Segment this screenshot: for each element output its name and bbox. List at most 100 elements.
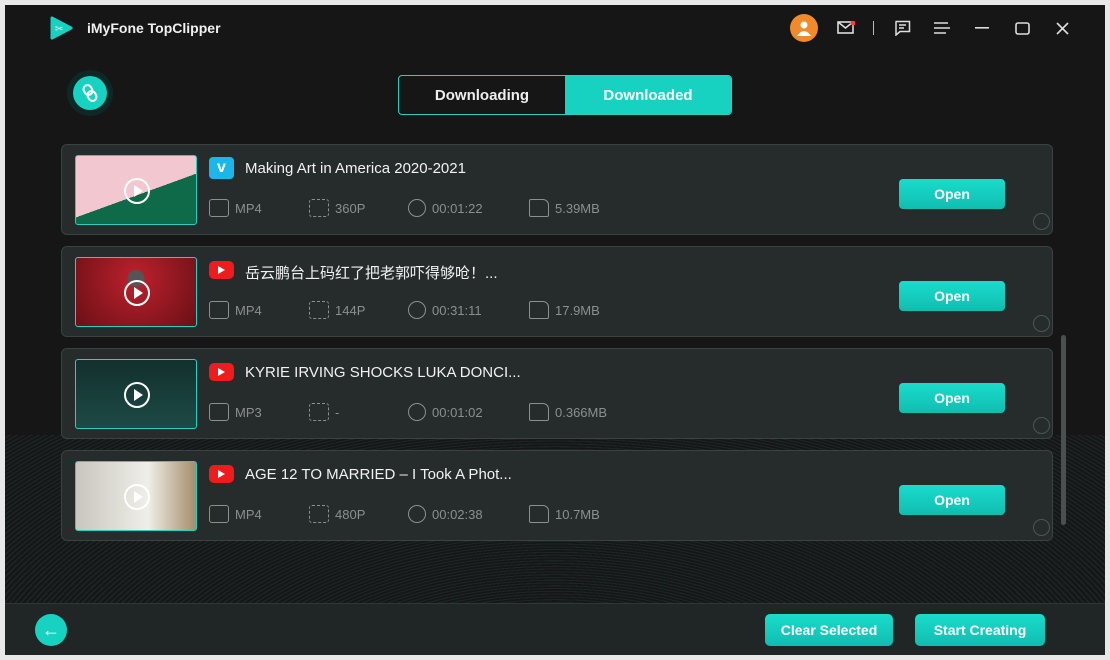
select-radio[interactable] [1033,213,1050,230]
resolution-icon [309,199,329,217]
folder-icon [529,199,549,217]
duration: 00:02:38 [408,505,483,523]
clock-icon [408,403,426,421]
select-radio[interactable] [1033,519,1050,536]
resolution-value: - [335,404,340,420]
folder-icon [529,505,549,523]
duration-value: 00:01:22 [432,200,483,216]
resolution: - [309,403,339,421]
scrollbar[interactable] [1061,335,1066,525]
item-title: Making Art in America 2020-2021 [245,160,466,177]
resolution-icon [309,301,329,319]
video-file-icon [209,199,229,217]
app-window: ✂ iMyFone TopClipper Downloading Downloa… [5,5,1105,655]
format-value: MP4 [235,506,262,522]
folder-icon [529,403,549,421]
resolution-value: 144P [335,302,366,318]
clock-icon [408,505,426,523]
title-bar: ✂ iMyFone TopClipper [5,5,1105,51]
resolution: 360P [309,199,365,217]
play-icon[interactable] [124,484,150,510]
app-logo-icon: ✂ [50,16,73,40]
duration: 00:01:02 [408,403,483,421]
mail-icon[interactable] [835,17,857,39]
size-value: 0.366MB [555,404,608,420]
resolution-value: 480P [335,506,366,522]
download-item: v Making Art in America 2020-2021 MP4 36… [61,144,1053,235]
divider [873,21,874,35]
format-value: MP3 [235,404,262,420]
clock-icon [408,199,426,217]
link-icon [82,84,98,102]
back-button[interactable]: ← [35,614,67,646]
folder-icon [529,301,549,319]
clock-icon [408,301,426,319]
minimize-icon[interactable] [971,17,993,39]
resolution: 144P [309,301,365,319]
item-title: 岳云鹏台上码红了把老郭吓得够呛！... [245,265,498,282]
select-radio[interactable] [1033,315,1050,332]
start-creating-button[interactable]: Start Creating [915,614,1045,646]
duration-value: 00:01:02 [432,404,483,420]
play-icon[interactable] [124,178,150,204]
open-button[interactable]: Open [899,383,1005,413]
download-item: KYRIE IRVING SHOCKS LUKA DONCI... MP3 - … [61,348,1053,439]
play-icon[interactable] [124,280,150,306]
menu-icon[interactable] [931,17,953,39]
clear-selected-button[interactable]: Clear Selected [765,614,893,646]
resolution-icon [309,505,329,523]
video-thumbnail[interactable] [75,155,197,225]
open-button[interactable]: Open [899,179,1005,209]
download-item: 岳云鹏台上码红了把老郭吓得够呛！... MP4 144P 00:31:11 17… [61,246,1053,337]
app-title: iMyFone TopClipper [87,20,221,36]
download-item: AGE 12 TO MARRIED – I Took A Phot... MP4… [61,450,1053,541]
video-thumbnail[interactable] [75,359,197,429]
size: 0.366MB [529,403,607,421]
resolution: 480P [309,505,365,523]
feedback-icon[interactable] [891,17,913,39]
resolution-icon [309,403,329,421]
format: MP4 [209,199,262,217]
resolution-value: 360P [335,200,366,216]
size-value: 17.9MB [555,302,600,318]
close-icon[interactable] [1051,17,1073,39]
size: 17.9MB [529,301,600,319]
maximize-icon[interactable] [1011,17,1033,39]
video-thumbnail[interactable] [75,257,197,327]
size: 5.39MB [529,199,600,217]
youtube-icon [209,261,234,279]
youtube-icon [209,465,234,483]
tab-downloaded[interactable]: Downloaded [565,76,731,114]
bottom-bar: ← Clear Selected Start Creating [5,603,1105,655]
arrow-left-icon: ← [42,619,60,640]
item-title: KYRIE IRVING SHOCKS LUKA DONCI... [245,364,521,381]
user-avatar[interactable] [790,14,818,42]
tab-downloading[interactable]: Downloading [399,76,565,114]
open-button[interactable]: Open [899,485,1005,515]
play-icon[interactable] [124,382,150,408]
duration: 00:01:22 [408,199,483,217]
duration: 00:31:11 [408,301,482,319]
size-value: 10.7MB [555,506,600,522]
select-radio[interactable] [1033,417,1050,434]
paste-link-button[interactable] [73,76,107,110]
video-file-icon [209,301,229,319]
vimeo-icon: v [209,157,234,179]
svg-text:✂: ✂ [55,24,63,35]
format-value: MP4 [235,302,262,318]
format: MP4 [209,505,262,523]
format-value: MP4 [235,200,262,216]
video-file-icon [209,403,229,421]
format: MP3 [209,403,262,421]
download-tabs: Downloading Downloaded [398,75,732,115]
format: MP4 [209,301,262,319]
size: 10.7MB [529,505,600,523]
video-file-icon [209,505,229,523]
open-button[interactable]: Open [899,281,1005,311]
duration-value: 00:02:38 [432,506,483,522]
youtube-icon [209,363,234,381]
size-value: 5.39MB [555,200,600,216]
video-thumbnail[interactable] [75,461,197,531]
item-title: AGE 12 TO MARRIED – I Took A Phot... [245,466,512,483]
duration-value: 00:31:11 [432,302,482,318]
